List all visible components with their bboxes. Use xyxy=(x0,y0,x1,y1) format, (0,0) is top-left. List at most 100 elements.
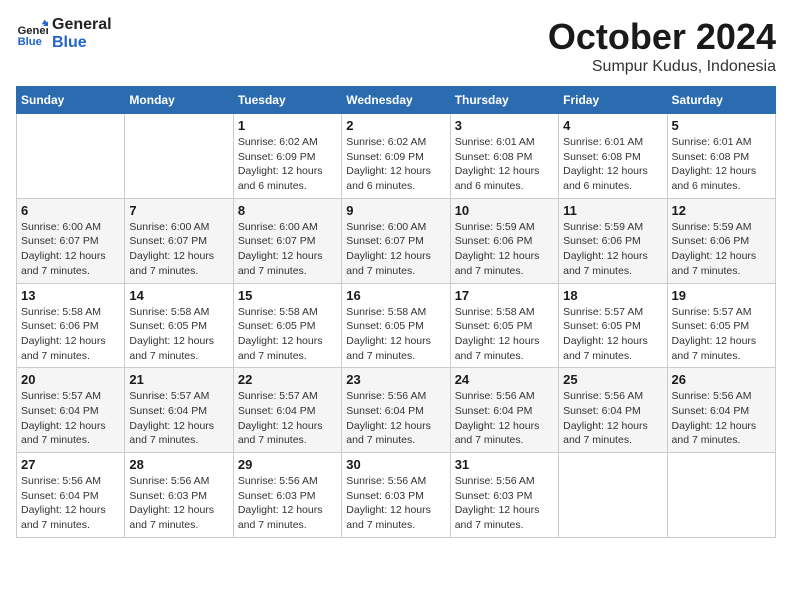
day-info: Sunrise: 5:59 AM Sunset: 6:06 PM Dayligh… xyxy=(455,220,554,279)
day-number: 7 xyxy=(129,203,228,218)
weekday-header: Tuesday xyxy=(233,87,341,114)
calendar-cell xyxy=(125,114,233,199)
calendar-cell: 3 Sunrise: 6:01 AM Sunset: 6:08 PM Daylig… xyxy=(450,114,558,199)
calendar-cell: 5 Sunrise: 6:01 AM Sunset: 6:08 PM Daylig… xyxy=(667,114,775,199)
logo-general: General xyxy=(52,16,112,34)
day-number: 18 xyxy=(563,288,662,303)
day-number: 14 xyxy=(129,288,228,303)
day-info: Sunrise: 5:56 AM Sunset: 6:04 PM Dayligh… xyxy=(346,389,445,448)
calendar-cell: 31 Sunrise: 5:56 AM Sunset: 6:03 PM Dayli… xyxy=(450,453,558,538)
day-number: 3 xyxy=(455,118,554,133)
day-number: 26 xyxy=(672,372,771,387)
day-info: Sunrise: 6:01 AM Sunset: 6:08 PM Dayligh… xyxy=(672,135,771,194)
title-block: October 2024 Sumpur Kudus, Indonesia xyxy=(548,16,776,76)
calendar-cell: 27Sunrise: 5:56 AM Sunset: 6:04 PM Dayli… xyxy=(17,453,125,538)
day-info: Sunrise: 5:56 AM Sunset: 6:04 PM Dayligh… xyxy=(563,389,662,448)
calendar-cell: 10 Sunrise: 5:59 AM Sunset: 6:06 PM Dayli… xyxy=(450,198,558,283)
day-info: Sunrise: 5:56 AM Sunset: 6:03 PM Dayligh… xyxy=(455,474,554,533)
day-number: 15 xyxy=(238,288,337,303)
calendar-cell: 1Sunrise: 6:02 AM Sunset: 6:09 PM Daylig… xyxy=(233,114,341,199)
day-number: 23 xyxy=(346,372,445,387)
day-number: 8 xyxy=(238,203,337,218)
day-info: Sunrise: 5:57 AM Sunset: 6:05 PM Dayligh… xyxy=(563,305,662,364)
calendar-cell: 24 Sunrise: 5:56 AM Sunset: 6:04 PM Dayli… xyxy=(450,368,558,453)
logo-icon: General Blue xyxy=(16,18,48,50)
calendar-week-row: 13Sunrise: 5:58 AM Sunset: 6:06 PM Dayli… xyxy=(17,283,776,368)
weekday-header: Monday xyxy=(125,87,233,114)
svg-text:Blue: Blue xyxy=(18,36,42,48)
day-info: Sunrise: 6:01 AM Sunset: 6:08 PM Dayligh… xyxy=(455,135,554,194)
day-number: 24 xyxy=(455,372,554,387)
calendar-week-row: 27Sunrise: 5:56 AM Sunset: 6:04 PM Dayli… xyxy=(17,453,776,538)
day-number: 12 xyxy=(672,203,771,218)
day-number: 5 xyxy=(672,118,771,133)
calendar-cell: 18 Sunrise: 5:57 AM Sunset: 6:05 PM Dayli… xyxy=(559,283,667,368)
day-number: 31 xyxy=(455,457,554,472)
day-number: 11 xyxy=(563,203,662,218)
calendar-cell: 16Sunrise: 5:58 AM Sunset: 6:05 PM Dayli… xyxy=(342,283,450,368)
day-info: Sunrise: 5:56 AM Sunset: 6:03 PM Dayligh… xyxy=(346,474,445,533)
calendar-cell: 14 Sunrise: 5:58 AM Sunset: 6:05 PM Dayli… xyxy=(125,283,233,368)
day-number: 1 xyxy=(238,118,337,133)
weekday-header: Sunday xyxy=(17,87,125,114)
day-info: Sunrise: 6:00 AM Sunset: 6:07 PM Dayligh… xyxy=(238,220,337,279)
day-number: 25 xyxy=(563,372,662,387)
weekday-header: Thursday xyxy=(450,87,558,114)
day-info: Sunrise: 5:56 AM Sunset: 6:04 PM Dayligh… xyxy=(455,389,554,448)
day-number: 27 xyxy=(21,457,120,472)
calendar-cell: 22Sunrise: 5:57 AM Sunset: 6:04 PM Dayli… xyxy=(233,368,341,453)
day-info: Sunrise: 5:58 AM Sunset: 6:06 PM Dayligh… xyxy=(21,305,120,364)
calendar-cell: 6 Sunrise: 6:00 AM Sunset: 6:07 PM Daylig… xyxy=(17,198,125,283)
day-number: 19 xyxy=(672,288,771,303)
calendar-cell: 26Sunrise: 5:56 AM Sunset: 6:04 PM Dayli… xyxy=(667,368,775,453)
day-info: Sunrise: 5:56 AM Sunset: 6:03 PM Dayligh… xyxy=(238,474,337,533)
calendar-header-row: SundayMondayTuesdayWednesdayThursdayFrid… xyxy=(17,87,776,114)
day-info: Sunrise: 5:58 AM Sunset: 6:05 PM Dayligh… xyxy=(238,305,337,364)
day-info: Sunrise: 5:58 AM Sunset: 6:05 PM Dayligh… xyxy=(129,305,228,364)
day-number: 20 xyxy=(21,372,120,387)
day-info: Sunrise: 5:57 AM Sunset: 6:04 PM Dayligh… xyxy=(21,389,120,448)
day-number: 9 xyxy=(346,203,445,218)
day-info: Sunrise: 5:59 AM Sunset: 6:06 PM Dayligh… xyxy=(672,220,771,279)
day-info: Sunrise: 6:02 AM Sunset: 6:09 PM Dayligh… xyxy=(346,135,445,194)
calendar-cell: 11 Sunrise: 5:59 AM Sunset: 6:06 PM Dayli… xyxy=(559,198,667,283)
calendar-cell: 20 Sunrise: 5:57 AM Sunset: 6:04 PM Dayli… xyxy=(17,368,125,453)
calendar-cell: 19 Sunrise: 5:57 AM Sunset: 6:05 PM Dayli… xyxy=(667,283,775,368)
day-info: Sunrise: 6:00 AM Sunset: 6:07 PM Dayligh… xyxy=(21,220,120,279)
day-info: Sunrise: 5:57 AM Sunset: 6:04 PM Dayligh… xyxy=(129,389,228,448)
calendar-cell: 7 Sunrise: 6:00 AM Sunset: 6:07 PM Daylig… xyxy=(125,198,233,283)
calendar-cell: 23 Sunrise: 5:56 AM Sunset: 6:04 PM Dayli… xyxy=(342,368,450,453)
day-number: 29 xyxy=(238,457,337,472)
day-number: 6 xyxy=(21,203,120,218)
calendar-cell: 15 Sunrise: 5:58 AM Sunset: 6:05 PM Dayli… xyxy=(233,283,341,368)
day-number: 28 xyxy=(129,457,228,472)
day-number: 21 xyxy=(129,372,228,387)
day-number: 10 xyxy=(455,203,554,218)
calendar-cell: 8 Sunrise: 6:00 AM Sunset: 6:07 PM Daylig… xyxy=(233,198,341,283)
day-info: Sunrise: 6:00 AM Sunset: 6:07 PM Dayligh… xyxy=(129,220,228,279)
day-number: 17 xyxy=(455,288,554,303)
calendar-cell: 12 Sunrise: 5:59 AM Sunset: 6:06 PM Dayli… xyxy=(667,198,775,283)
calendar-cell: 25 Sunrise: 5:56 AM Sunset: 6:04 PM Dayli… xyxy=(559,368,667,453)
calendar-table: SundayMondayTuesdayWednesdayThursdayFrid… xyxy=(16,86,776,538)
day-number: 2 xyxy=(346,118,445,133)
day-info: Sunrise: 5:56 AM Sunset: 6:03 PM Dayligh… xyxy=(129,474,228,533)
day-info: Sunrise: 5:57 AM Sunset: 6:04 PM Dayligh… xyxy=(238,389,337,448)
calendar-cell xyxy=(667,453,775,538)
weekday-header: Saturday xyxy=(667,87,775,114)
month-title: October 2024 xyxy=(548,16,776,58)
logo: General Blue General Blue xyxy=(16,16,112,51)
svg-text:General: General xyxy=(18,25,48,37)
day-info: Sunrise: 5:57 AM Sunset: 6:05 PM Dayligh… xyxy=(672,305,771,364)
logo-blue: Blue xyxy=(52,34,112,52)
calendar-cell: 9 Sunrise: 6:00 AM Sunset: 6:07 PM Daylig… xyxy=(342,198,450,283)
day-number: 30 xyxy=(346,457,445,472)
calendar-cell xyxy=(559,453,667,538)
day-info: Sunrise: 6:00 AM Sunset: 6:07 PM Dayligh… xyxy=(346,220,445,279)
calendar-cell: 4Sunrise: 6:01 AM Sunset: 6:08 PM Daylig… xyxy=(559,114,667,199)
calendar-cell xyxy=(17,114,125,199)
day-info: Sunrise: 5:59 AM Sunset: 6:06 PM Dayligh… xyxy=(563,220,662,279)
weekday-header: Wednesday xyxy=(342,87,450,114)
location: Sumpur Kudus, Indonesia xyxy=(548,58,776,76)
day-info: Sunrise: 5:58 AM Sunset: 6:05 PM Dayligh… xyxy=(455,305,554,364)
